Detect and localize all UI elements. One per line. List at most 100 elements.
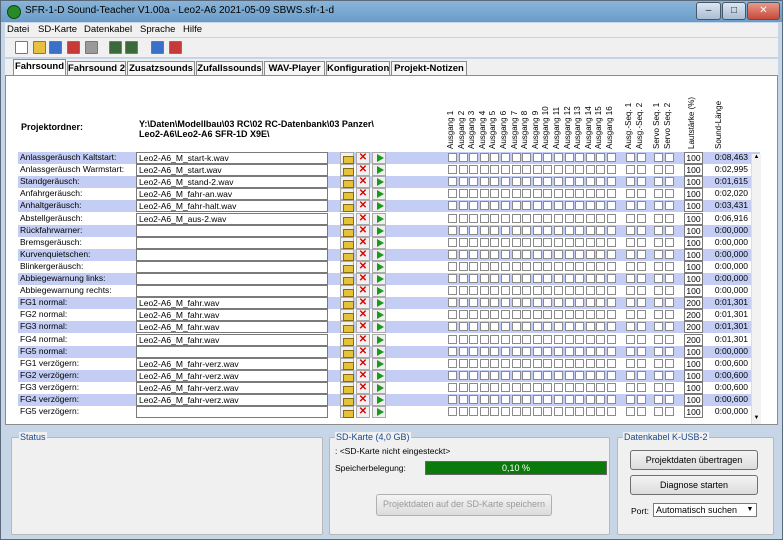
open-folder-icon[interactable] [340,236,354,249]
output-checkbox[interactable] [469,237,479,247]
output-checkbox[interactable] [458,189,468,199]
delete-icon[interactable]: ✕ [356,285,370,298]
output-checkbox[interactable] [458,358,468,368]
output-checkbox[interactable] [654,249,663,259]
output-checkbox[interactable] [654,274,663,283]
output-checkbox[interactable] [490,165,500,175]
output-checkbox[interactable] [543,358,553,368]
output-checkbox[interactable] [564,298,574,308]
open-folder-icon[interactable] [340,381,354,394]
output-checkbox[interactable] [469,358,479,368]
output-checkbox[interactable] [479,213,489,223]
tab-projekt-notizen[interactable]: Projekt-Notizen [391,61,467,76]
sound-file-field[interactable] [136,224,328,237]
output-checkbox[interactable] [532,310,542,320]
output-checkbox[interactable] [665,286,674,296]
output-checkbox[interactable] [596,370,606,380]
output-checkbox[interactable] [479,310,489,320]
volume-field[interactable]: 100 [684,273,703,285]
output-checkbox[interactable] [607,261,616,271]
output-checkbox[interactable] [490,370,500,380]
output-checkbox[interactable] [585,261,595,271]
output-checkbox[interactable] [626,213,635,223]
output-checkbox[interactable] [511,274,521,283]
output-checkbox[interactable] [665,274,674,283]
output-checkbox[interactable] [543,298,553,308]
sound-file-field[interactable]: Leo2-A6_M_fahr-an.wav [136,188,328,201]
output-checkbox[interactable] [522,286,532,296]
output-checkbox[interactable] [637,201,646,211]
open-folder-icon[interactable] [340,285,354,298]
delete-icon[interactable]: ✕ [356,345,370,358]
output-checkbox[interactable] [479,407,489,417]
output-checkbox[interactable] [501,274,510,283]
output-checkbox[interactable] [654,407,663,417]
maximize-button[interactable]: □ [722,2,746,20]
play-icon[interactable] [372,309,386,322]
output-checkbox[interactable] [448,201,457,211]
output-checkbox[interactable] [654,298,663,308]
output-checkbox[interactable] [511,201,521,211]
output-checkbox[interactable] [596,165,606,175]
output-checkbox[interactable] [532,237,542,247]
output-checkbox[interactable] [501,165,510,175]
output-checkbox[interactable] [626,225,635,235]
output-checkbox[interactable] [479,346,489,356]
delete-icon[interactable]: ✕ [356,394,370,406]
output-checkbox[interactable] [522,225,532,235]
output-checkbox[interactable] [554,249,563,259]
output-checkbox[interactable] [564,165,574,175]
import-icon[interactable] [125,41,138,54]
output-checkbox[interactable] [448,346,457,356]
output-checkbox[interactable] [511,153,521,162]
output-checkbox[interactable] [596,322,606,332]
output-checkbox[interactable] [554,370,563,380]
output-checkbox[interactable] [501,322,510,332]
output-checkbox[interactable] [607,201,616,211]
menu-datei[interactable]: Datei [7,24,29,35]
output-checkbox[interactable] [626,407,635,417]
volume-field[interactable]: 100 [684,188,703,201]
output-checkbox[interactable] [479,395,489,404]
sound-file-field[interactable]: Leo2-A6_M_fahr.wav [136,297,328,310]
output-checkbox[interactable] [490,382,500,392]
output-checkbox[interactable] [501,201,510,211]
output-checkbox[interactable] [596,298,606,308]
output-checkbox[interactable] [626,334,635,344]
output-checkbox[interactable] [564,407,574,417]
output-checkbox[interactable] [665,358,674,368]
output-checkbox[interactable] [543,153,553,162]
output-checkbox[interactable] [564,358,574,368]
output-checkbox[interactable] [490,177,500,187]
volume-field[interactable]: 100 [684,394,703,406]
output-checkbox[interactable] [448,225,457,235]
output-checkbox[interactable] [479,358,489,368]
output-checkbox[interactable] [458,407,468,417]
output-checkbox[interactable] [543,286,553,296]
diagnose-button[interactable]: Diagnose starten [630,475,758,495]
volume-field[interactable]: 100 [684,369,703,382]
output-checkbox[interactable] [511,261,521,271]
output-checkbox[interactable] [596,274,606,283]
output-checkbox[interactable] [501,249,510,259]
output-checkbox[interactable] [665,395,674,404]
volume-field[interactable]: 100 [684,248,703,261]
volume-field[interactable]: 100 [684,176,703,189]
output-checkbox[interactable] [607,213,616,223]
output-checkbox[interactable] [564,261,574,271]
output-checkbox[interactable] [665,261,674,271]
output-checkbox[interactable] [448,382,457,392]
output-checkbox[interactable] [575,310,585,320]
output-checkbox[interactable] [469,225,479,235]
output-checkbox[interactable] [575,177,585,187]
output-checkbox[interactable] [575,334,585,344]
output-checkbox[interactable] [448,358,457,368]
volume-field[interactable]: 200 [684,333,703,346]
tab-zusatzsounds[interactable]: Zusatzsounds [127,61,195,76]
output-checkbox[interactable] [532,407,542,417]
volume-field[interactable]: 100 [684,164,703,177]
volume-field[interactable]: 100 [684,260,703,273]
output-checkbox[interactable] [469,407,479,417]
volume-field[interactable]: 100 [684,285,703,298]
output-checkbox[interactable] [501,286,510,296]
